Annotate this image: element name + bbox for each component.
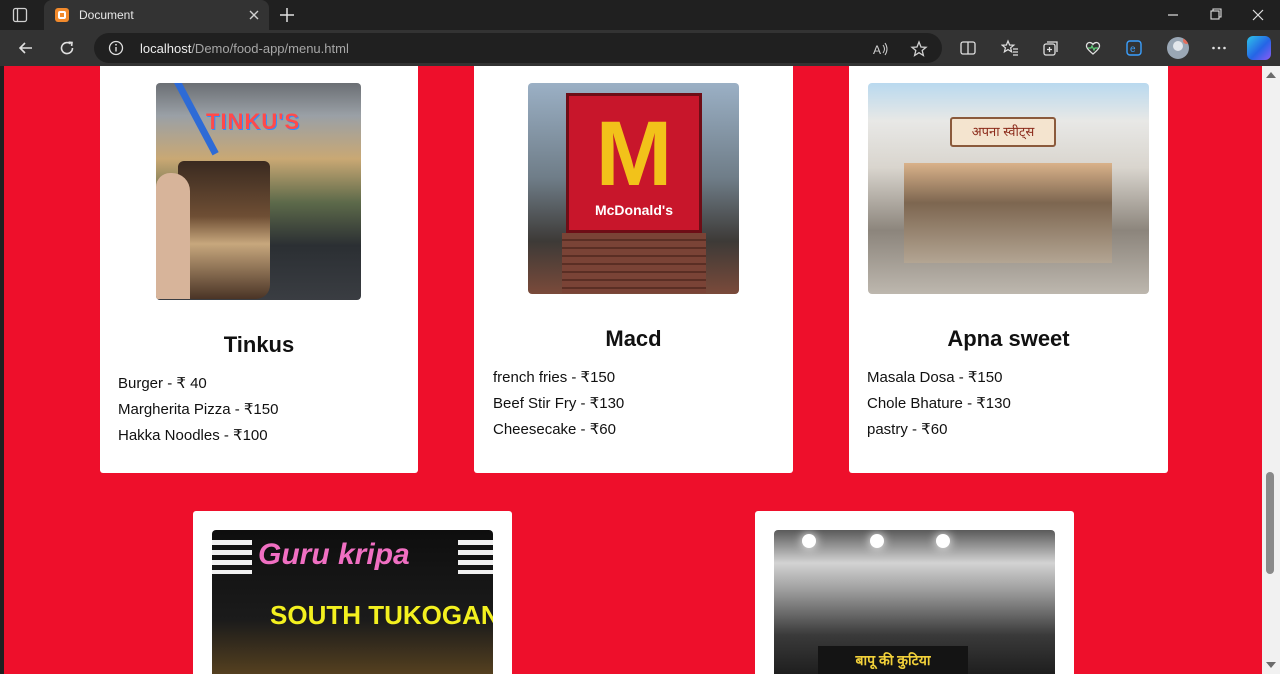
split-screen-icon[interactable] <box>959 39 977 57</box>
restaurant-name: Tinkus <box>223 332 295 357</box>
menu-item: Margherita Pizza - ₹150 <box>118 401 279 418</box>
favorites-icon[interactable] <box>1001 39 1019 57</box>
photo-sign-bapu: बापू की कुटिया <box>818 646 968 674</box>
menu-item: Burger - ₹ 40 <box>118 375 207 392</box>
restaurant-photo-apna-sweet: अपना स्वीट्स <box>868 83 1149 294</box>
refresh-icon[interactable] <box>58 39 76 57</box>
scroll-up-arrow-icon[interactable] <box>1266 72 1276 78</box>
scroll-down-arrow-icon[interactable] <box>1266 662 1276 668</box>
photo-hand <box>156 173 190 299</box>
url-field[interactable]: localhost/Demo/food-app/menu.html A <box>94 33 942 63</box>
photo-sign-tinkus: TINKU'S <box>206 109 301 134</box>
photo-subsign-south-tukoganj: SOUTH TUKOGANJ <box>270 600 493 630</box>
menu-list: Masala Dosa - ₹150 Chole Bhature - ₹130 … <box>867 365 1011 443</box>
address-bar: localhost/Demo/food-app/menu.html A e <box>0 30 1280 66</box>
xampp-favicon-icon <box>55 8 69 22</box>
photo-ceiling-light <box>802 534 816 548</box>
more-options-icon[interactable] <box>1210 39 1228 57</box>
mcdonalds-board: M McDonald's <box>566 93 702 233</box>
restaurant-photo-macd: M McDonald's <box>528 83 739 294</box>
url-path: /Demo/food-app/menu.html <box>191 41 349 56</box>
scrollbar-thumb[interactable] <box>1266 472 1274 574</box>
restaurant-photo-tinkus: TINKU'S <box>156 83 361 300</box>
svg-text:A: A <box>873 43 881 57</box>
site-info-icon[interactable] <box>108 40 124 56</box>
menu-list: french fries - ₹150 Beef Stir Fry - ₹130… <box>493 365 624 443</box>
back-arrow-icon[interactable] <box>17 39 35 57</box>
restaurant-card-apna-sweet: अपना स्वीट्स Apna sweet Masala Dosa - ₹1… <box>849 66 1168 473</box>
photo-ceiling-light <box>870 534 884 548</box>
new-tab-icon[interactable] <box>278 6 296 24</box>
photo-ceiling-light <box>936 534 950 548</box>
restaurant-card-guru-kripa: Guru kripa SOUTH TUKOGANJ <box>193 511 512 674</box>
photo-light-bars <box>212 540 252 574</box>
profile-avatar[interactable] <box>1167 37 1189 59</box>
restaurant-card-macd: M McDonald's Macd french fries - ₹150 Be… <box>474 66 793 473</box>
menu-item: Chole Bhature - ₹130 <box>867 395 1011 412</box>
menu-item: Beef Stir Fry - ₹130 <box>493 395 625 412</box>
photo-brick-wall <box>562 233 706 293</box>
restaurant-photo-guru-kripa: Guru kripa SOUTH TUKOGANJ <box>212 530 493 674</box>
photo-shopfront <box>904 163 1112 263</box>
minimize-icon[interactable] <box>1151 0 1195 30</box>
photo-sign-macd: McDonald's <box>594 202 673 218</box>
sidebar-toggle-icon[interactable] <box>12 7 28 23</box>
url-text: localhost/Demo/food-app/menu.html <box>140 41 349 56</box>
copilot-icon[interactable] <box>1247 36 1271 60</box>
restaurant-name: Macd <box>605 326 662 351</box>
golden-arches-icon: M <box>595 103 673 205</box>
svg-text:e: e <box>1130 44 1136 55</box>
read-aloud-icon[interactable]: A <box>872 40 890 58</box>
photo-light-bars <box>458 540 493 574</box>
tab-close-icon[interactable] <box>245 6 263 24</box>
photo-sign-apna: अपना स्वीट्स <box>950 117 1056 147</box>
window-close-icon[interactable] <box>1236 0 1280 30</box>
menu-item: Masala Dosa - ₹150 <box>867 369 1003 386</box>
menu-item: french fries - ₹150 <box>493 369 616 386</box>
menu-list: Burger - ₹ 40 Margherita Pizza - ₹150 Ha… <box>118 371 278 449</box>
restaurant-card-bapu-ki-kutiya: बापू की कुटिया <box>755 511 1074 674</box>
restaurant-photo-bapu-ki-kutiya: बापू की कुटिया <box>774 530 1055 674</box>
title-bar: Document <box>0 0 1280 30</box>
url-host: localhost <box>140 41 192 56</box>
browser-essentials-icon[interactable] <box>1084 39 1102 57</box>
page-scrollbar[interactable] <box>1262 66 1280 674</box>
collections-icon[interactable] <box>1042 39 1060 57</box>
restaurant-name: Apna sweet <box>947 326 1070 351</box>
photo-sign-guru-kripa: Guru kripa <box>258 538 410 571</box>
favorite-star-icon[interactable] <box>910 40 928 58</box>
page-viewport: TINKU'S Tinkus Burger - ₹ 40 Margherita … <box>4 66 1262 674</box>
restaurant-card-tinkus: TINKU'S Tinkus Burger - ₹ 40 Margherita … <box>100 66 418 473</box>
edge-extension-icon[interactable]: e <box>1125 39 1143 57</box>
menu-item: Cheesecake - ₹60 <box>493 421 616 438</box>
photo-cup <box>178 161 270 299</box>
menu-item: pastry - ₹60 <box>867 421 948 438</box>
browser-tab[interactable]: Document <box>44 0 269 30</box>
restore-icon[interactable] <box>1193 0 1237 30</box>
menu-item: Hakka Noodles - ₹100 <box>118 427 268 444</box>
tab-title: Document <box>79 8 134 22</box>
profile-badge-icon <box>1183 37 1189 44</box>
